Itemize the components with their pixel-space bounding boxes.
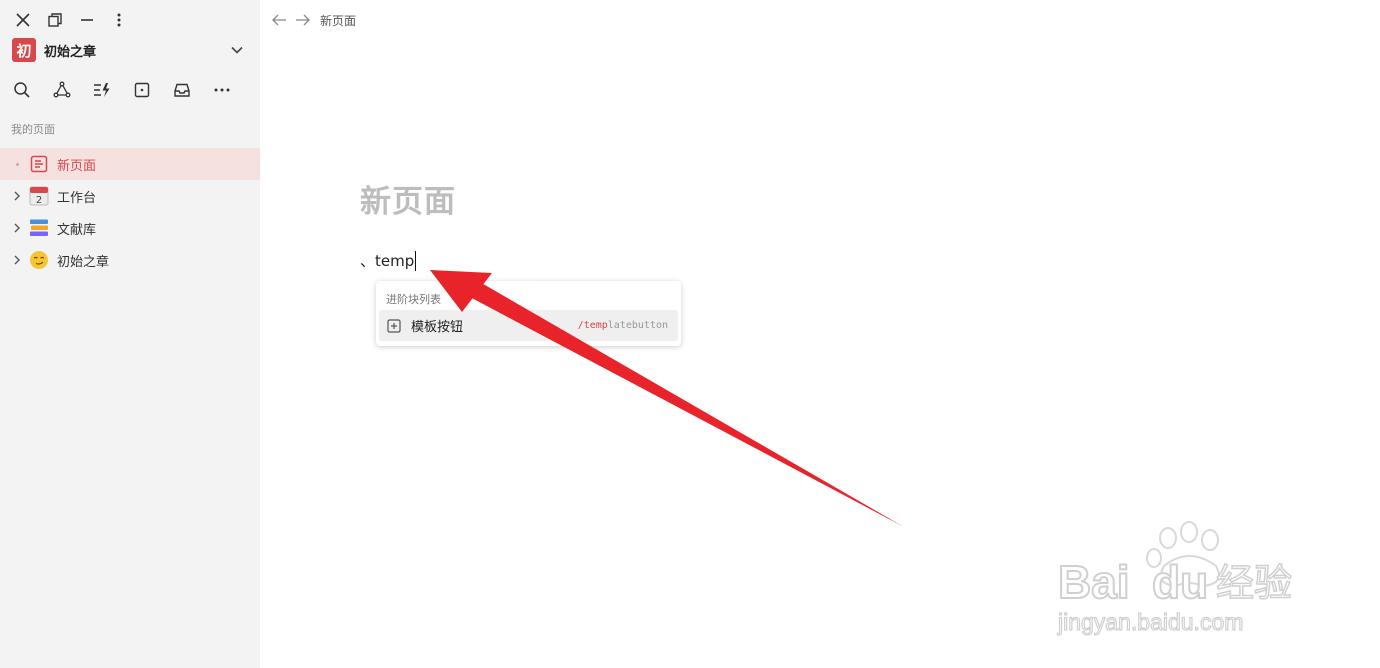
popup-item-template-button[interactable]: 模板按钮 /templatebutton [379, 310, 678, 341]
sidebar: 初 初始之章 我的页面 新页面 2 工作台 文献库 初始之章 [0, 0, 260, 668]
text-caret [415, 250, 417, 271]
graph-icon[interactable] [52, 79, 71, 101]
flash-list-icon[interactable] [92, 79, 111, 101]
back-arrow-icon[interactable] [270, 11, 288, 29]
input-text: temp [375, 251, 415, 270]
app-window: 初 初始之章 我的页面 新页面 2 工作台 文献库 初始之章 新页面 新页面 、… [0, 0, 1380, 668]
popup-item-command: /templatebutton [578, 320, 668, 331]
sidebar-item-label: 初始之章 [57, 254, 110, 270]
books-icon [29, 218, 49, 238]
sidebar-toolbar [12, 79, 252, 101]
workspace-logo: 初 [12, 38, 36, 62]
chevron-right-icon[interactable] [10, 223, 24, 233]
smirk-face-icon [29, 250, 49, 270]
forward-arrow-icon[interactable] [294, 11, 312, 29]
command-match: /temp [577, 320, 608, 331]
calendar-icon: 2 [29, 186, 49, 206]
sidebar-item-label: 工作台 [57, 190, 97, 206]
watermark-brand2: du [1152, 556, 1208, 608]
focus-square-icon[interactable] [132, 79, 151, 101]
editor-block[interactable]: 、 temp [360, 250, 417, 271]
chevron-down-icon[interactable] [228, 41, 246, 59]
workspace-switcher[interactable]: 初 初始之章 [12, 38, 250, 62]
page-title[interactable]: 新页面 [360, 176, 456, 221]
minimize-icon[interactable] [76, 9, 98, 31]
inbox-icon[interactable] [172, 79, 191, 101]
watermark-brand: Bai [1058, 556, 1130, 608]
input-prefix: 、 [360, 252, 376, 270]
command-rest: latebutton [607, 320, 668, 331]
plus-square-icon [387, 318, 401, 333]
watermark-url: jingyan.baidu.com [1057, 609, 1243, 635]
baidu-watermark: Bai du 经验 jingyan.baidu.com [1056, 518, 1306, 638]
chevron-right-icon[interactable] [10, 255, 24, 265]
sidebar-item-library[interactable]: 文献库 [0, 212, 260, 244]
watermark-text-cn: 经验 [1216, 561, 1292, 605]
sidebar-item-new-page[interactable]: 新页面 [0, 148, 260, 180]
more-horizontal-icon[interactable] [212, 79, 231, 101]
calendar-day: 2 [36, 195, 42, 206]
popup-item-name: 模板按钮 [411, 320, 464, 335]
chevron-right-icon[interactable] [10, 191, 24, 201]
sidebar-item-label: 文献库 [57, 222, 97, 238]
sidebar-item-label: 新页面 [57, 158, 97, 174]
bullet-dot-icon [10, 162, 24, 166]
slash-command-popup: 进阶块列表 模板按钮 /templatebutton [376, 281, 681, 346]
document-icon [29, 154, 49, 174]
sidebar-item-initial-chapter[interactable]: 初始之章 [0, 244, 260, 276]
workspace-name: 初始之章 [44, 44, 97, 60]
breadcrumb[interactable]: 新页面 [320, 12, 356, 29]
search-icon[interactable] [12, 79, 31, 101]
top-bar: 新页面 [270, 10, 356, 30]
restore-icon[interactable] [44, 9, 66, 31]
page-tree: 新页面 2 工作台 文献库 初始之章 [0, 148, 260, 276]
close-icon[interactable] [12, 9, 34, 31]
more-vertical-icon[interactable] [108, 9, 130, 31]
popup-group-label: 进阶块列表 [386, 293, 441, 306]
sidebar-item-workbench[interactable]: 2 工作台 [0, 180, 260, 212]
window-controls [12, 9, 140, 31]
section-label-my-pages: 我的页面 [11, 123, 55, 136]
